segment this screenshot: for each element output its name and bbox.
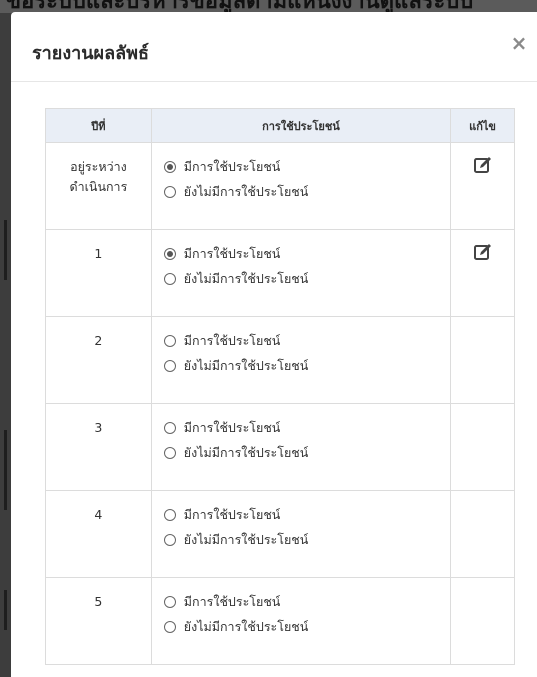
page-scroll-edge [0, 0, 11, 677]
radio-used[interactable] [163, 595, 176, 608]
year-cell: 3 [45, 403, 152, 491]
option-label: มีการใช้ประโยชน์ [183, 506, 281, 522]
edit-icon[interactable] [473, 242, 493, 262]
edit-cell [450, 229, 515, 317]
year-label: 1 [94, 246, 103, 261]
option-not-used: ยังไม่มีการใช้ประโยชน์ [163, 614, 450, 639]
option-used: มีการใช้ประโยชน์ [163, 502, 450, 527]
edit-cell [450, 577, 515, 665]
year-cell: 4 [45, 490, 152, 578]
table-row: 5 มีการใช้ประโยชน์ยังไม่มีการใช้ประโยชน์ [45, 577, 515, 665]
option-not-used: ยังไม่มีการใช้ประโยชน์ [163, 527, 450, 552]
year-cell: 5 [45, 577, 152, 665]
usage-cell: มีการใช้ประโยชน์ยังไม่มีการใช้ประโยชน์ [150, 142, 452, 230]
year-label: 3 [94, 420, 103, 435]
option-label: ยังไม่มีการใช้ประโยชน์ [183, 183, 309, 199]
usage-cell: มีการใช้ประโยชน์ยังไม่มีการใช้ประโยชน์ [150, 577, 452, 665]
option-used: มีการใช้ประโยชน์ [163, 415, 450, 440]
option-label: ยังไม่มีการใช้ประโยชน์ [183, 531, 309, 547]
header-year: ปีที่ [45, 108, 152, 143]
year-label: 2 [94, 333, 103, 348]
results-table: ปีที่ การใช้ประโยชน์ แก้ไข อยู่ระหว่างดำ… [45, 108, 515, 665]
table-row: 2 มีการใช้ประโยชน์ยังไม่มีการใช้ประโยชน์ [45, 316, 515, 404]
option-label: มีการใช้ประโยชน์ [183, 158, 281, 174]
table-row: อยู่ระหว่าง ดำเนินการ มีการใช้ประโยชน์ ยังไ… [45, 142, 515, 230]
backdrop-line [4, 220, 7, 280]
edit-cell [450, 490, 515, 578]
radio-not-used[interactable] [163, 185, 176, 198]
usage-cell: มีการใช้ประโยชน์ยังไม่มีการใช้ประโยชน์ [150, 229, 452, 317]
option-label: ยังไม่มีการใช้ประโยชน์ [183, 270, 309, 286]
year-cell: อยู่ระหว่างดำเนินการ [45, 142, 152, 230]
option-used: มีการใช้ประโยชน์ [163, 328, 450, 353]
header-usage: การใช้ประโยชน์ [150, 108, 452, 143]
backdrop-line [4, 430, 7, 510]
table-row: 4 มีการใช้ประโยชน์ยังไม่มีการใช้ประโยชน์ [45, 490, 515, 578]
report-results-modal: รายงานผลลัพธ์ × ปีที่ การใช้ประโยชน์ แก้… [11, 12, 537, 677]
backdrop-line [4, 590, 7, 630]
modal-title: รายงานผลลัพธ์ [32, 43, 149, 64]
option-label: ยังไม่มีการใช้ประโยชน์ [183, 357, 309, 373]
option-label: มีการใช้ประโยชน์ [183, 593, 281, 609]
close-icon[interactable]: × [509, 32, 529, 54]
modal-header: รายงานผลลัพธ์ × [11, 12, 537, 82]
usage-cell: มีการใช้ประโยชน์ยังไม่มีการใช้ประโยชน์ [150, 403, 452, 491]
option-label: ยังไม่มีการใช้ประโยชน์ [183, 618, 309, 634]
year-cell: 1 [45, 229, 152, 317]
year-label: อยู่ระหว่าง [70, 159, 127, 174]
radio-used[interactable] [163, 160, 176, 173]
radio-used[interactable] [163, 421, 176, 434]
radio-not-used[interactable] [163, 533, 176, 546]
table-body: อยู่ระหว่าง ดำเนินการ มีการใช้ประโยชน์ ยังไ… [45, 142, 515, 665]
option-used: มีการใช้ประโยชน์ [163, 241, 450, 266]
year-cell: 2 [45, 316, 152, 404]
usage-cell: มีการใช้ประโยชน์ยังไม่มีการใช้ประโยชน์ [150, 490, 452, 578]
option-label: มีการใช้ประโยชน์ [183, 419, 281, 435]
option-not-used: ยังไม่มีการใช้ประโยชน์ [163, 266, 450, 291]
radio-not-used[interactable] [163, 359, 176, 372]
year-label-line2: ดำเนินการ [69, 179, 128, 194]
radio-used[interactable] [163, 334, 176, 347]
radio-not-used[interactable] [163, 272, 176, 285]
radio-not-used[interactable] [163, 446, 176, 459]
option-label: มีการใช้ประโยชน์ [183, 332, 281, 348]
option-used: มีการใช้ประโยชน์ [163, 589, 450, 614]
table-header-row: ปีที่ การใช้ประโยชน์ แก้ไข [45, 108, 515, 143]
option-not-used: ยังไม่มีการใช้ประโยชน์ [163, 179, 450, 204]
usage-cell: มีการใช้ประโยชน์ยังไม่มีการใช้ประโยชน์ [150, 316, 452, 404]
option-used: มีการใช้ประโยชน์ [163, 154, 450, 179]
header-edit: แก้ไข [450, 108, 515, 143]
year-label: 5 [94, 594, 103, 609]
radio-used[interactable] [163, 247, 176, 260]
radio-not-used[interactable] [163, 620, 176, 633]
option-not-used: ยังไม่มีการใช้ประโยชน์ [163, 353, 450, 378]
option-label: มีการใช้ประโยชน์ [183, 245, 281, 261]
option-label: ยังไม่มีการใช้ประโยชน์ [183, 444, 309, 460]
edit-cell [450, 403, 515, 491]
radio-used[interactable] [163, 508, 176, 521]
year-label: 4 [94, 507, 103, 522]
table-row: 1 มีการใช้ประโยชน์ยังไม่มีการใช้ประโยชน์ [45, 229, 515, 317]
edit-icon[interactable] [473, 155, 493, 175]
table-row: 3 มีการใช้ประโยชน์ยังไม่มีการใช้ประโยชน์ [45, 403, 515, 491]
option-not-used: ยังไม่มีการใช้ประโยชน์ [163, 440, 450, 465]
edit-cell [450, 316, 515, 404]
edit-cell [450, 142, 515, 230]
